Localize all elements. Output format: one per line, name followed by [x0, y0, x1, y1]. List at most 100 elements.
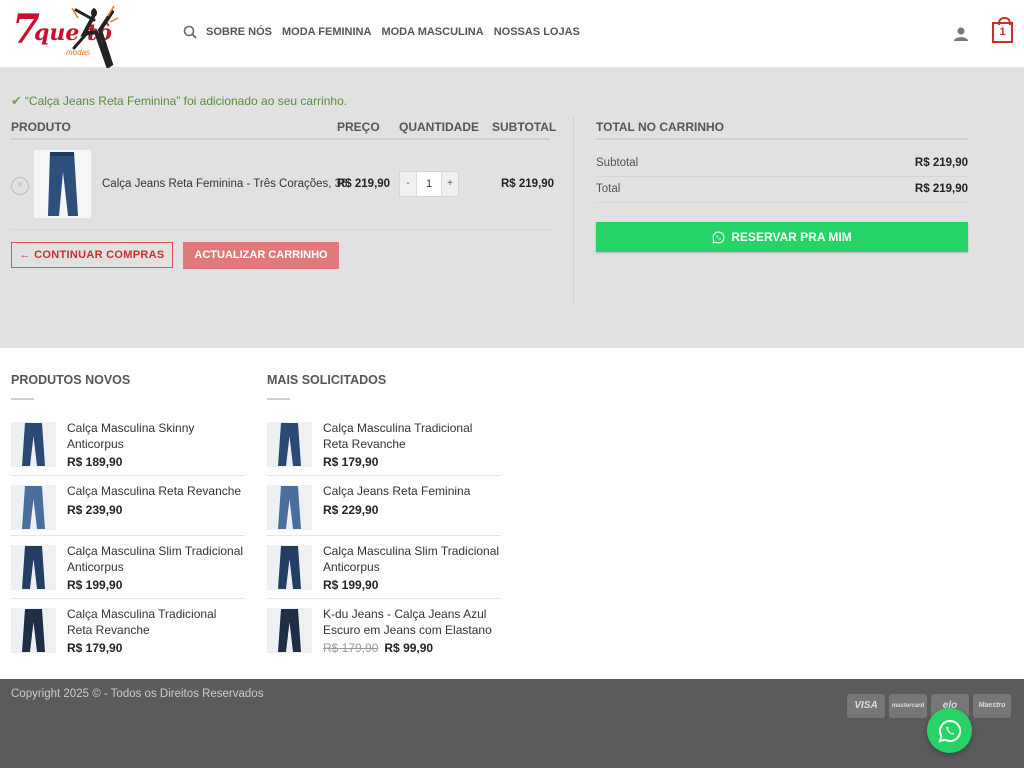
cart-item-image[interactable] — [34, 150, 91, 218]
product-name[interactable]: Calça Masculina Tradicional Reta Revanch… — [323, 420, 501, 452]
main-nav: SOBRE NÓS MODA FEMININA MODA MASCULINA N… — [183, 25, 590, 39]
jeans-thumbnail-icon — [22, 546, 45, 589]
list-item[interactable]: Calça Masculina Skinny Anticorpus R$ 189… — [11, 420, 245, 482]
product-price: R$ 239,90 — [67, 503, 123, 517]
product-name[interactable]: K-du Jeans - Calça Jeans Azul Escuro em … — [323, 606, 501, 638]
quantity-stepper: - 1 + — [399, 171, 459, 197]
list-divider — [11, 475, 245, 476]
jeans-thumbnail-icon — [22, 609, 45, 652]
product-name[interactable]: Calça Masculina Slim Tradicional Anticor… — [323, 543, 501, 575]
total-label: Total — [596, 183, 621, 195]
most-requested-title: MAIS SOLICITADOS — [267, 373, 387, 387]
cart-totals-title: TOTAL NO CARRINHO — [596, 120, 724, 134]
cart-item-name[interactable]: Calça Jeans Reta Feminina - Três Coraçõe… — [102, 178, 347, 190]
list-divider — [11, 535, 245, 536]
list-divider — [11, 598, 245, 599]
added-notice: ✔ “Calça Jeans Reta Feminina” foi adicio… — [11, 93, 347, 109]
column-divider — [573, 116, 574, 304]
visa-icon: VISA — [847, 694, 885, 718]
nav-item-moda-masculina[interactable]: MODA MASCULINA — [381, 26, 483, 38]
subtotal-row: Subtotal R$ 219,90 — [596, 157, 968, 169]
header-product: PRODUTO — [11, 120, 71, 134]
product-price: R$ 189,90 — [67, 455, 123, 469]
whatsapp-icon — [712, 231, 725, 244]
site-header: 7 que tô modas SOBRE NÓS MODA FEMININA M… — [0, 0, 1024, 68]
quantity-minus-button[interactable]: - — [400, 172, 416, 196]
site-footer: Copyright 2025 © - Todos os Direitos Res… — [0, 679, 1024, 768]
header-subtotal: SUBTOTAL — [492, 120, 557, 134]
remove-icon[interactable]: × — [11, 177, 29, 195]
quantity-input[interactable]: 1 — [416, 172, 442, 196]
list-item[interactable]: Calça Masculina Tradicional Reta Revanch… — [267, 420, 501, 482]
list-item[interactable]: K-du Jeans - Calça Jeans Azul Escuro em … — [267, 606, 501, 668]
product-name[interactable]: Calça Masculina Slim Tradicional Anticor… — [67, 543, 245, 575]
product-name[interactable]: Calça Masculina Reta Revanche — [67, 483, 245, 499]
product-thumbnail[interactable] — [11, 485, 56, 530]
subtotal-value: R$ 219,90 — [914, 157, 968, 169]
jeans-thumbnail-icon — [278, 486, 301, 529]
totals-row-divider — [596, 176, 968, 177]
dancer-figure-icon — [71, 5, 119, 68]
product-price: R$ 199,90 — [67, 578, 123, 592]
list-divider — [267, 598, 501, 599]
row-divider — [11, 229, 550, 230]
product-thumbnail[interactable] — [267, 485, 312, 530]
title-underline — [267, 398, 290, 400]
continue-shopping-button[interactable]: ← CONTINUAR COMPRAS — [11, 242, 173, 268]
product-name[interactable]: Calça Masculina Skinny Anticorpus — [67, 420, 245, 452]
jeans-thumbnail-icon — [278, 423, 301, 466]
header-quantity: QUANTIDADE — [399, 120, 479, 134]
copyright-text: Copyright 2025 © - Todos os Direitos Res… — [11, 688, 264, 700]
header-divider — [11, 138, 550, 140]
total-row: Total R$ 219,90 — [596, 183, 968, 195]
total-value: R$ 219,90 — [914, 183, 968, 195]
nav-item-nossas-lojas[interactable]: NOSSAS LOJAS — [494, 26, 580, 38]
jeans-thumbnail-icon — [22, 423, 45, 466]
totals-divider — [596, 138, 968, 140]
totals-row-divider — [596, 202, 968, 203]
added-notice-text: “Calça Jeans Reta Feminina” foi adiciona… — [24, 94, 348, 108]
maestro-icon: Maestro — [973, 694, 1011, 718]
list-divider — [267, 535, 501, 536]
user-icon[interactable] — [953, 26, 969, 42]
jeans-thumbnail-icon — [22, 486, 45, 529]
mastercard-icon: mastercard — [889, 694, 927, 718]
product-price: R$ 199,90 — [323, 578, 379, 592]
list-item[interactable]: Calça Masculina Slim Tradicional Anticor… — [267, 543, 501, 605]
product-name[interactable]: Calça Masculina Tradicional Reta Revanch… — [67, 606, 245, 638]
product-thumbnail[interactable] — [267, 608, 312, 653]
reserve-button[interactable]: RESERVAR PRA MIM — [596, 222, 968, 252]
product-thumbnail[interactable] — [11, 545, 56, 590]
site-logo[interactable]: 7 que tô modas — [8, 4, 126, 68]
product-price: R$ 179,90 — [67, 641, 123, 655]
cart-icon[interactable]: 1 — [992, 17, 1013, 43]
product-price: R$ 229,90 — [323, 503, 379, 517]
search-icon[interactable] — [183, 25, 197, 39]
jeans-thumbnail-icon — [278, 546, 301, 589]
product-price: R$ 179,90 — [323, 455, 379, 469]
product-thumbnail[interactable] — [11, 608, 56, 653]
product-name[interactable]: Calça Jeans Reta Feminina — [323, 483, 501, 499]
nav-item-moda-feminina[interactable]: MODA FEMININA — [282, 26, 371, 38]
title-underline — [11, 398, 34, 400]
cart-item-price: R$ 219,90 — [337, 178, 391, 190]
nav-item-sobre-nos[interactable]: SOBRE NÓS — [206, 26, 272, 38]
cart-section: ✔ “Calça Jeans Reta Feminina” foi adicio… — [0, 68, 1024, 348]
cart-item-subtotal: R$ 219,90 — [501, 178, 555, 190]
product-thumbnail[interactable] — [267, 545, 312, 590]
subtotal-label: Subtotal — [596, 157, 639, 169]
list-divider — [267, 475, 501, 476]
product-thumbnail[interactable] — [11, 422, 56, 467]
jeans-thumbnail-icon — [48, 152, 78, 216]
reserve-label: RESERVAR PRA MIM — [731, 230, 852, 244]
product-thumbnail[interactable] — [267, 422, 312, 467]
whatsapp-chat-button[interactable] — [927, 708, 972, 753]
jeans-thumbnail-icon — [278, 609, 301, 652]
list-item[interactable]: Calça Masculina Tradicional Reta Revanch… — [11, 606, 245, 668]
header-price: PREÇO — [337, 120, 380, 134]
product-price: R$ 179,90 R$ 99,90 — [323, 641, 433, 655]
quantity-plus-button[interactable]: + — [442, 172, 458, 196]
cart-count: 1 — [999, 26, 1006, 38]
update-cart-button[interactable]: ACTUALIZAR CARRINHO — [183, 242, 339, 269]
list-item[interactable]: Calça Masculina Slim Tradicional Anticor… — [11, 543, 245, 605]
